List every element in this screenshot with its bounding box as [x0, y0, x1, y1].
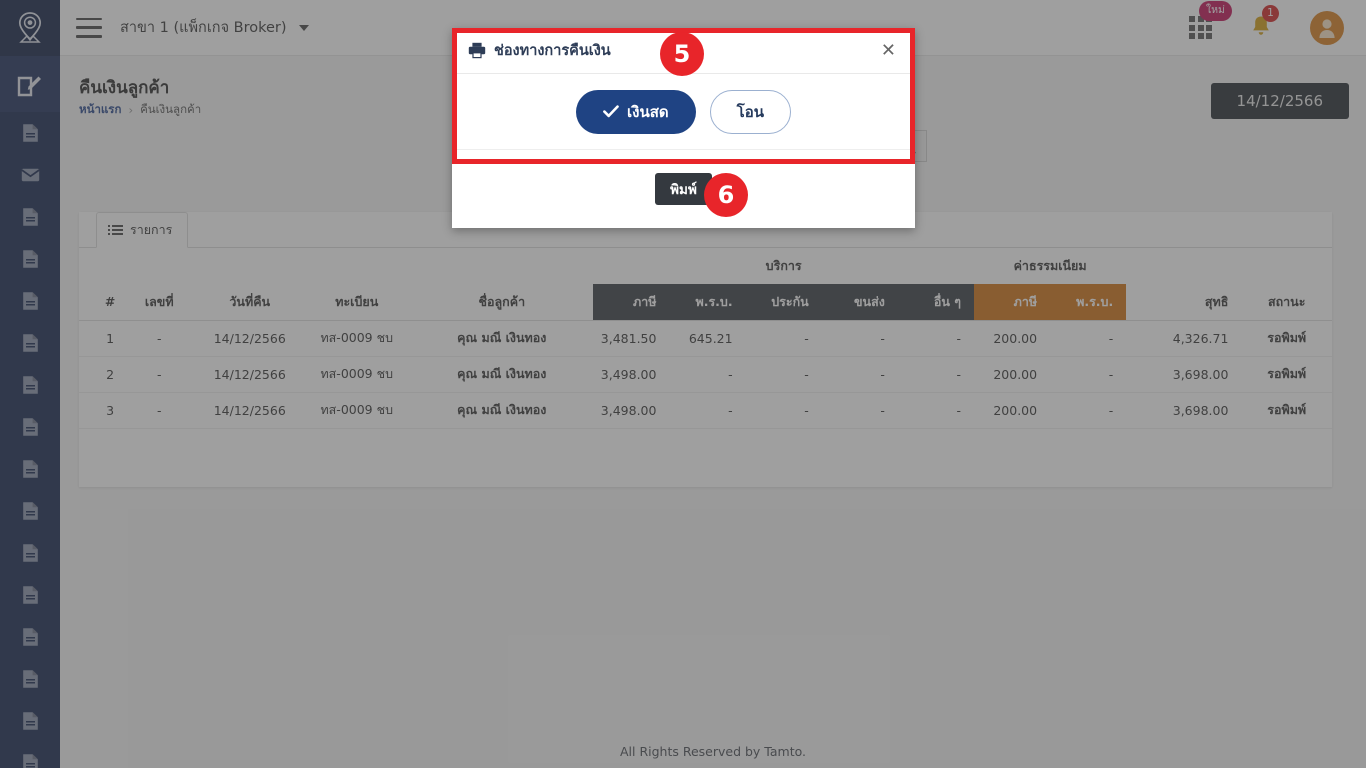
modal-footer: พิมพ์	[452, 149, 915, 227]
annotation-badge-5: 5	[660, 32, 704, 76]
check-icon	[603, 105, 619, 118]
cash-button-label: เงินสด	[627, 102, 669, 121]
transfer-button-label: โอน	[736, 102, 764, 121]
transfer-button[interactable]: โอน	[709, 89, 791, 134]
close-icon[interactable]: ✕	[878, 40, 899, 62]
print-button[interactable]: พิมพ์	[655, 172, 712, 205]
cash-button[interactable]: เงินสด	[576, 89, 696, 134]
print-button-label: พิมพ์	[670, 181, 697, 198]
app-root: สาขา 1 (แพ็กเกจ Broker) ใหม่ 1	[0, 0, 1366, 768]
modal-title: ช่องทางการคืนเงิน	[494, 43, 611, 59]
modal-body: เงินสด โอน	[452, 74, 915, 149]
modal-title-group: ช่องทางการคืนเงิน	[468, 39, 611, 62]
annotation-badge-6: 6	[704, 173, 748, 217]
printer-icon	[468, 42, 486, 59]
